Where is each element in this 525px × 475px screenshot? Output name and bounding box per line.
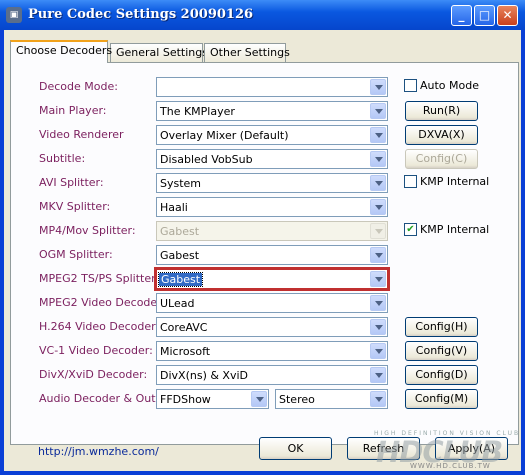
choose-decoders-panel: Decode Mode: Main Player: Video Renderer… <box>10 62 519 445</box>
decode-mode-select[interactable] <box>156 77 388 97</box>
chevron-down-icon[interactable] <box>370 103 386 119</box>
close-button[interactable]: ✕ <box>497 5 518 26</box>
maximize-button[interactable]: □ <box>474 5 495 26</box>
chevron-down-icon[interactable] <box>370 343 386 359</box>
main-player-value: The KMPlayer <box>160 105 235 118</box>
kmp-internal-mp4-checkbox[interactable]: ✔ KMP Internal <box>404 222 490 237</box>
decode-mode-label: Decode Mode: <box>39 80 118 93</box>
dxva-button[interactable]: DXVA(X) <box>405 125 478 145</box>
chevron-down-icon[interactable] <box>370 127 386 143</box>
chevron-down-icon[interactable] <box>370 247 386 263</box>
divx-decoder-value: DivX(ns) & XviD <box>160 369 248 382</box>
avi-splitter-value: System <box>160 177 202 190</box>
hdclub-watermark: HIGH DEFINITION VISION CLUB HDCLUB WWW.H… <box>366 430 521 471</box>
tab-other-settings[interactable]: Other Settings <box>204 43 290 62</box>
mpeg2-decoder-value: ULead <box>160 297 195 310</box>
auto-mode-label: Auto Mode <box>420 79 480 92</box>
avi-splitter-select[interactable]: System <box>156 173 388 193</box>
kmp-internal-mp4-label: KMP Internal <box>420 223 490 236</box>
subtitle-label: Subtitle: <box>39 152 86 165</box>
vc1-decoder-label: VC-1 Video Decoder: <box>39 344 153 357</box>
mkv-splitter-value: Haali <box>160 201 188 214</box>
run-button[interactable]: Run(R) <box>405 101 478 121</box>
ok-button[interactable]: OK <box>259 437 332 460</box>
mpeg2-splitter-label: MPEG2 TS/PS Splitter: <box>39 272 160 285</box>
chevron-down-icon[interactable] <box>370 199 386 215</box>
audio-output-value: Stereo <box>279 393 315 406</box>
divx-decoder-select[interactable]: DivX(ns) & XviD <box>156 365 388 385</box>
ogm-splitter-value: Gabest <box>160 249 200 262</box>
mpeg2-splitter-select[interactable]: Gabest <box>156 269 388 289</box>
minimize-button[interactable]: _ <box>451 5 472 26</box>
mpeg2-splitter-value: Gabest <box>157 272 204 287</box>
chevron-down-icon[interactable] <box>251 391 267 407</box>
title-bar[interactable]: ▣ Pure Codec Settings 20090126 _ □ ✕ <box>0 0 525 30</box>
video-renderer-label: Video Renderer <box>39 128 124 141</box>
window-title: Pure Codec Settings 20090126 <box>28 7 254 22</box>
h264-decoder-label: H.264 Video Decoder: <box>39 320 160 333</box>
h264-decoder-select[interactable]: CoreAVC <box>156 317 388 337</box>
divx-decoder-label: DivX/XviD Decoder: <box>39 368 148 381</box>
chevron-down-icon <box>370 223 386 239</box>
chevron-down-icon[interactable] <box>370 295 386 311</box>
video-renderer-select[interactable]: Overlay Mixer (Default) <box>156 125 388 145</box>
website-link[interactable]: http://jm.wmzhe.com/ <box>38 445 159 458</box>
subtitle-value: Disabled VobSub <box>160 153 253 166</box>
avi-splitter-label: AVI Splitter: <box>39 176 104 189</box>
chevron-down-icon[interactable] <box>370 391 386 407</box>
divx-config-button[interactable]: Config(D) <box>405 365 478 385</box>
chevron-down-icon[interactable] <box>370 175 386 191</box>
mp4-splitter-value: Gabest <box>160 225 200 238</box>
watermark-url: WWW.HD.CLUB.TW <box>410 462 491 470</box>
subtitle-config-button: Config(C) <box>405 149 478 169</box>
mp4-splitter-select: Gabest <box>156 221 388 241</box>
chevron-down-icon[interactable] <box>370 271 386 287</box>
check-icon[interactable]: ✔ <box>404 222 417 236</box>
chevron-down-icon[interactable] <box>370 367 386 383</box>
h264-decoder-value: CoreAVC <box>160 321 208 334</box>
vc1-config-button[interactable]: Config(V) <box>405 341 478 361</box>
app-icon: ▣ <box>6 7 22 23</box>
main-player-label: Main Player: <box>39 104 107 117</box>
h264-config-button[interactable]: Config(H) <box>405 317 478 337</box>
ogm-splitter-label: OGM Splitter: <box>39 248 113 261</box>
main-player-select[interactable]: The KMPlayer <box>156 101 388 121</box>
tab-general-settings[interactable]: General Settings <box>110 43 208 62</box>
subtitle-select[interactable]: Disabled VobSub <box>156 149 388 169</box>
mp4-splitter-label: MP4/Mov Splitter: <box>39 224 136 237</box>
vc1-decoder-select[interactable]: Microsoft <box>156 341 388 361</box>
mkv-splitter-select[interactable]: Haali <box>156 197 388 217</box>
ogm-splitter-select[interactable]: Gabest <box>156 245 388 265</box>
chevron-down-icon[interactable] <box>370 151 386 167</box>
audio-decoder-label: Audio Decoder & Out: <box>39 392 160 405</box>
checkbox-box[interactable] <box>404 174 417 188</box>
app-window: ▣ Pure Codec Settings 20090126 _ □ ✕ Cho… <box>0 0 525 475</box>
mpeg2-decoder-label: MPEG2 Video Decoder: <box>39 296 166 309</box>
mkv-splitter-label: MKV Splitter: <box>39 200 111 213</box>
audio-config-button[interactable]: Config(M) <box>405 389 478 409</box>
audio-decoder-value: FFDShow <box>160 393 211 406</box>
auto-mode-checkbox[interactable]: Auto Mode <box>404 78 480 93</box>
audio-output-select[interactable]: Stereo <box>275 389 388 409</box>
audio-decoder-select[interactable]: FFDShow <box>156 389 269 409</box>
video-renderer-value: Overlay Mixer (Default) <box>160 129 289 142</box>
mpeg2-decoder-select[interactable]: ULead <box>156 293 388 313</box>
vc1-decoder-value: Microsoft <box>160 345 211 358</box>
kmp-internal-avi-checkbox[interactable]: KMP Internal <box>404 174 490 189</box>
chevron-down-icon[interactable] <box>370 319 386 335</box>
kmp-internal-avi-label: KMP Internal <box>420 175 490 188</box>
chevron-down-icon[interactable] <box>370 79 386 95</box>
dialog-body: Choose Decoders General Settings Other S… <box>4 30 521 471</box>
checkbox-box[interactable] <box>404 78 417 92</box>
tab-choose-decoders[interactable]: Choose Decoders <box>10 40 112 63</box>
